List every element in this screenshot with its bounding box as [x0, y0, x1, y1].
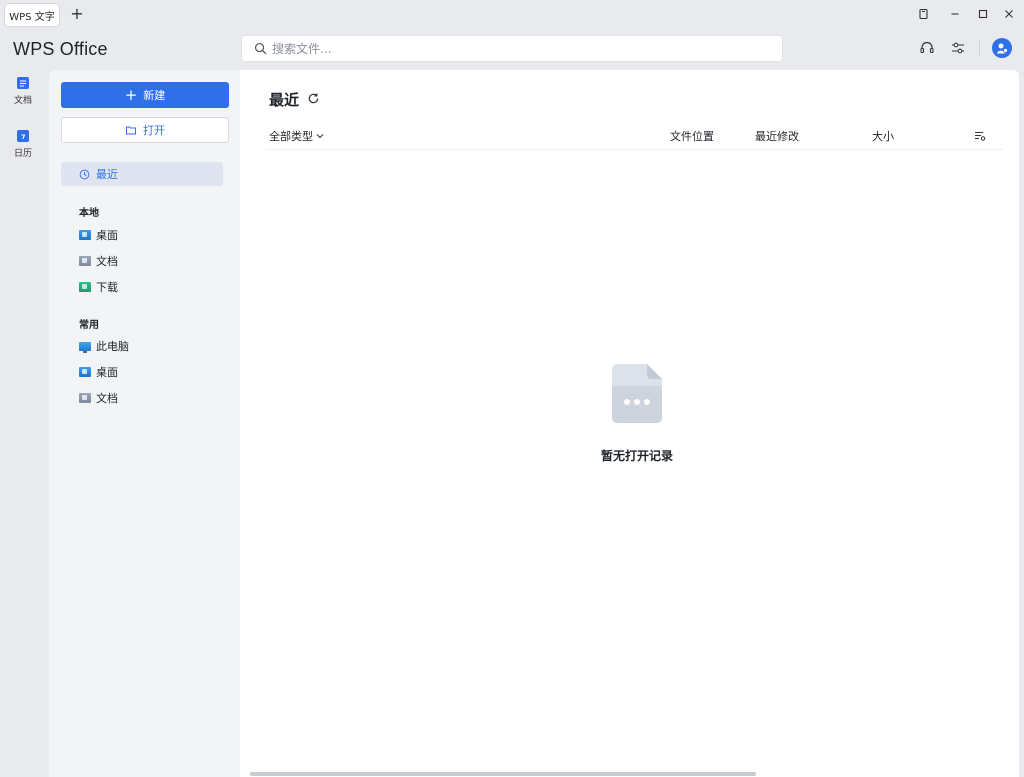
search-bar[interactable]: [241, 35, 783, 62]
document-icon: [17, 77, 29, 89]
sidebar-item-label: 最近: [96, 168, 118, 181]
sidebar-item-label: 文档: [96, 255, 118, 268]
page-title: 最近: [269, 91, 300, 109]
downloads-folder-icon: [79, 282, 91, 292]
chevron-down-icon: [316, 134, 324, 139]
rail-label-documents: 文档: [13, 96, 32, 106]
search-icon: [254, 42, 267, 55]
sidebar-item-common-documents[interactable]: 文档: [79, 390, 118, 406]
sidebar-item-downloads[interactable]: 下载: [79, 279, 118, 295]
rail-item-documents[interactable]: 文档: [8, 77, 38, 106]
documents-folder-icon: [79, 256, 91, 266]
rail-item-calendar[interactable]: 日历: [8, 130, 38, 159]
table-header-divider: [266, 149, 1003, 150]
folder-open-icon: [126, 126, 136, 135]
minimize-button[interactable]: [947, 6, 963, 22]
column-settings-icon[interactable]: [974, 130, 986, 142]
horizontal-scrollbar[interactable]: [250, 772, 756, 776]
column-header-modified[interactable]: 最近修改: [755, 128, 799, 144]
sidebar-item-label: 桌面: [96, 229, 118, 242]
sidebar-item-recent[interactable]: 最近: [61, 162, 223, 186]
sidebar-item-label: 文档: [96, 392, 118, 405]
open-button[interactable]: 打开: [61, 117, 229, 143]
empty-file-icon: [612, 364, 662, 423]
desktop-folder-icon: [79, 367, 91, 377]
clock-icon: [79, 169, 90, 179]
sidebar-item-desktop[interactable]: 桌面: [79, 227, 118, 243]
window-layout-icon: [919, 8, 928, 20]
open-button-label: 打开: [143, 124, 165, 137]
settings-button[interactable]: [948, 38, 968, 58]
tab-wps-writer[interactable]: WPS 文字: [5, 4, 59, 26]
new-button[interactable]: + 新建: [61, 82, 229, 108]
brand-title: WPS Office: [13, 39, 108, 59]
sliders-icon: [952, 42, 964, 54]
section-common: 常用: [79, 320, 99, 331]
computer-icon: [79, 341, 91, 353]
rail-label-calendar: 日历: [13, 149, 32, 159]
sidebar-item-documents[interactable]: 文档: [79, 253, 118, 269]
plus-icon: +: [124, 85, 138, 104]
main-panel: [240, 70, 1019, 777]
column-header-location[interactable]: 文件位置: [670, 128, 714, 144]
type-filter-label: 全部类型: [269, 130, 313, 143]
sidebar-item-this-pc[interactable]: 此电脑: [79, 338, 129, 354]
calendar-icon: [17, 130, 29, 142]
sidebar-item-label: 此电脑: [96, 340, 129, 353]
documents-folder-icon: [79, 393, 91, 403]
close-icon: [1005, 10, 1013, 18]
new-button-label: 新建: [143, 89, 166, 102]
user-icon: [996, 43, 1008, 54]
user-avatar[interactable]: [992, 38, 1012, 58]
headset-icon: [920, 41, 934, 54]
maximize-icon: [978, 9, 988, 19]
title-bar: WPS 文字 +: [0, 0, 1024, 30]
refresh-icon[interactable]: [307, 92, 320, 105]
sidebar-item-label: 下载: [96, 281, 118, 294]
sidebar-item-common-desktop[interactable]: 桌面: [79, 364, 118, 380]
add-tab-button[interactable]: +: [68, 5, 86, 23]
column-header-size[interactable]: 大小: [872, 128, 894, 144]
section-local: 本地: [79, 208, 99, 219]
close-button[interactable]: [1001, 6, 1017, 22]
minimize-icon: [951, 13, 959, 15]
maximize-button[interactable]: [975, 6, 991, 22]
header-divider: [979, 40, 980, 56]
tab-label: WPS 文字: [9, 11, 55, 23]
customer-service-button[interactable]: [917, 38, 937, 58]
empty-state-message: 暂无打开记录: [600, 449, 673, 463]
type-filter-dropdown[interactable]: 全部类型: [269, 128, 324, 144]
sidebar-item-label: 桌面: [96, 366, 118, 379]
desktop-folder-icon: [79, 230, 91, 240]
search-input[interactable]: [272, 41, 752, 56]
restore-layout-button[interactable]: [916, 6, 932, 22]
